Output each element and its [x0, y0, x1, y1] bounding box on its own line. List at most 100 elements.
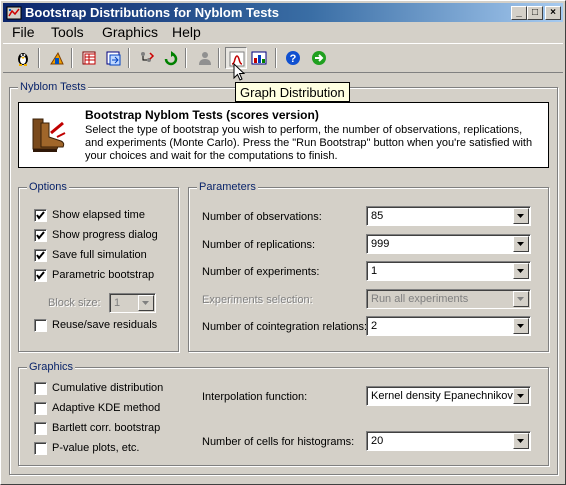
- experiments-selection-select[interactable]: Run all experiments: [366, 289, 531, 309]
- svg-text:?: ?: [290, 53, 297, 65]
- cointegration-relations-select[interactable]: 2: [366, 316, 531, 336]
- title-bar[interactable]: Bootstrap Distributions for Nyblom Tests…: [3, 3, 563, 22]
- block-size-value: 1: [114, 297, 121, 309]
- block-size-dropdown-button[interactable]: [138, 295, 154, 311]
- histogram-cells-select[interactable]: 20: [366, 431, 531, 451]
- run-button[interactable]: [160, 47, 182, 69]
- checkmark-icon: [36, 231, 45, 240]
- mouse-cursor-icon: [233, 63, 246, 81]
- info-box: Bootstrap Nyblom Tests (scores version) …: [18, 102, 549, 168]
- info-title: Bootstrap Nyblom Tests (scores version): [85, 108, 319, 122]
- graphics-group-title: Graphics: [27, 361, 76, 373]
- tools-icon: [50, 51, 64, 65]
- p-value-plots-label: P-value plots, etc.: [52, 442, 140, 454]
- menu-bar: File Tools Graphics Help: [3, 23, 563, 42]
- tree-icon: [141, 52, 155, 62]
- chart-button[interactable]: [248, 47, 270, 69]
- replications-value: 999: [371, 238, 390, 250]
- observations-value: 85: [371, 210, 384, 222]
- parametric-bootstrap-label: Parametric bootstrap: [52, 269, 155, 281]
- help-icon: ?: [286, 51, 300, 65]
- chart-icon: [251, 51, 267, 65]
- toolbar: ?: [3, 43, 563, 73]
- toolbar-separator: [275, 48, 277, 68]
- export-button[interactable]: [103, 47, 125, 69]
- reuse-save-residuals-label: Reuse/save residuals: [52, 319, 158, 331]
- app-icon: [6, 5, 22, 20]
- replications-dropdown-button[interactable]: [513, 236, 529, 252]
- cointegration-relations-dropdown-button[interactable]: [513, 318, 529, 334]
- checkmark-icon: [36, 271, 45, 280]
- cointegration-relations-label: Number of cointegration relations:: [202, 321, 368, 333]
- histogram-cells-value: 20: [371, 435, 384, 447]
- nyblom-tests-group-title: Nyblom Tests: [18, 81, 88, 93]
- chevron-down-icon: [142, 301, 149, 305]
- bartlett-corr-label: Bartlett corr. bootstrap: [52, 422, 161, 434]
- menu-help[interactable]: Help: [166, 24, 207, 40]
- toolbar-tooltip: Graph Distribution: [235, 82, 350, 102]
- tree-button[interactable]: [136, 47, 158, 69]
- menu-graphics[interactable]: Graphics: [96, 24, 164, 40]
- show-progress-dialog-label: Show progress dialog: [52, 229, 158, 241]
- experiments-dropdown-button[interactable]: [513, 263, 529, 279]
- save-full-simulation-label: Save full simulation: [52, 249, 147, 261]
- penguin-icon: [18, 53, 28, 66]
- experiments-selection-dropdown-button[interactable]: [513, 291, 529, 307]
- toolbar-separator: [185, 48, 187, 68]
- chevron-down-icon: [517, 242, 524, 246]
- replications-select[interactable]: 999: [366, 234, 531, 254]
- show-elapsed-time-label: Show elapsed time: [52, 209, 145, 221]
- histogram-cells-label: Number of cells for histograms:: [202, 436, 355, 448]
- options-group-title: Options: [27, 181, 69, 193]
- chevron-down-icon: [517, 394, 524, 398]
- user-icon: [199, 52, 211, 65]
- penguin-button[interactable]: [12, 47, 34, 69]
- chevron-down-icon: [517, 269, 524, 273]
- checkmark-icon: [36, 251, 45, 260]
- spreadsheet-button[interactable]: [79, 47, 101, 69]
- tools-button[interactable]: [46, 47, 68, 69]
- run-icon: [164, 51, 178, 66]
- toolbar-separator: [128, 48, 130, 68]
- cumulative-distribution-label: Cumulative distribution: [52, 382, 164, 394]
- help-button[interactable]: ?: [282, 47, 304, 69]
- menu-tools[interactable]: Tools: [45, 24, 90, 40]
- adaptive-kde-label: Adaptive KDE method: [52, 402, 161, 414]
- parameters-group-title: Parameters: [197, 181, 258, 193]
- block-size-label: Block size:: [48, 297, 101, 309]
- close-button[interactable]: ×: [545, 6, 561, 20]
- main-window: Bootstrap Distributions for Nyblom Tests…: [0, 0, 566, 485]
- info-text: Select the type of bootstrap you wish to…: [85, 124, 533, 162]
- chevron-down-icon: [517, 439, 524, 443]
- maximize-button[interactable]: □: [527, 6, 543, 20]
- checkmark-icon: [36, 211, 45, 220]
- experiments-label: Number of experiments:: [202, 266, 320, 278]
- chevron-down-icon: [517, 214, 524, 218]
- histogram-cells-dropdown-button[interactable]: [513, 433, 529, 449]
- interpolation-dropdown-button[interactable]: [513, 388, 529, 404]
- experiments-selection-label: Experiments selection:: [202, 294, 313, 306]
- spreadsheet-icon: [82, 51, 96, 65]
- window-title: Bootstrap Distributions for Nyblom Tests: [25, 5, 279, 20]
- menu-file[interactable]: File: [6, 24, 41, 40]
- boots-icon: [27, 115, 67, 158]
- experiments-select[interactable]: 1: [366, 261, 531, 281]
- user-button[interactable]: [193, 47, 215, 69]
- experiments-value: 1: [371, 265, 378, 277]
- minimize-button[interactable]: _: [511, 6, 527, 20]
- go-icon: [312, 51, 326, 65]
- interpolation-value: Kernel density Epanechnikov: [371, 390, 513, 402]
- observations-dropdown-button[interactable]: [513, 208, 529, 224]
- observations-select[interactable]: 85: [366, 206, 531, 226]
- cointegration-relations-value: 2: [371, 320, 378, 332]
- replications-label: Number of replications:: [202, 239, 316, 251]
- block-size-select[interactable]: 1: [109, 293, 156, 313]
- experiments-selection-value: Run all experiments: [371, 293, 469, 305]
- go-button[interactable]: [308, 47, 330, 69]
- observations-label: Number of observations:: [202, 211, 322, 223]
- chevron-down-icon: [517, 324, 524, 328]
- chevron-down-icon: [517, 297, 524, 301]
- toolbar-separator: [71, 48, 73, 68]
- interpolation-select[interactable]: Kernel density Epanechnikov: [366, 386, 531, 406]
- toolbar-separator: [38, 48, 40, 68]
